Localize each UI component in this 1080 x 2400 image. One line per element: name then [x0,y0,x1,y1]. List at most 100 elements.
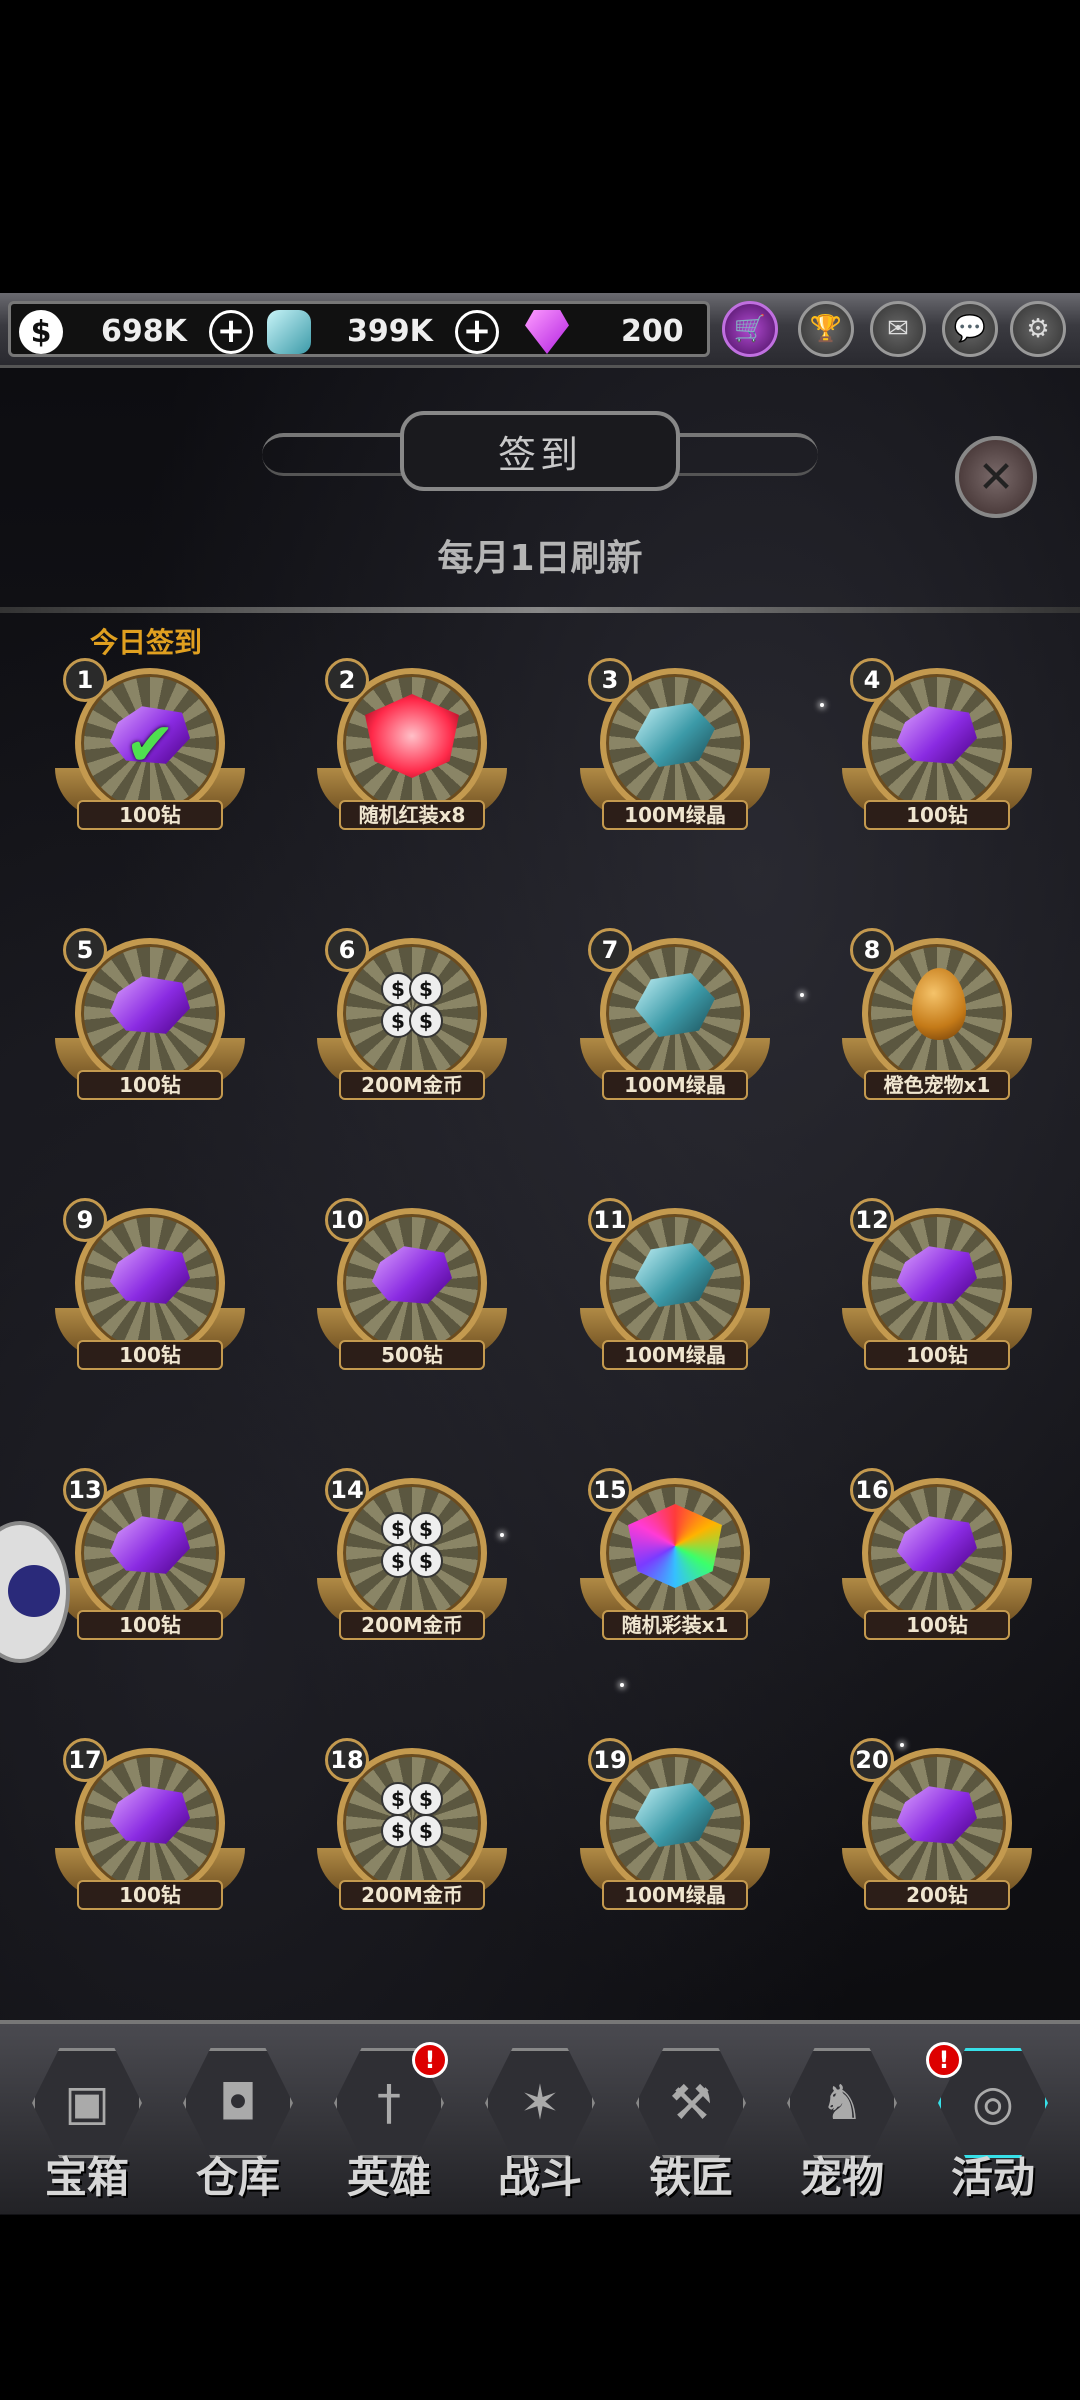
nav-item-6[interactable]: ◎ 活动! [918,2042,1058,2202]
battle-icon: ✶ [485,2048,595,2158]
reward-day-18[interactable]: $ $ $ $18 200M金币 [317,1738,507,1938]
nav-item-1[interactable]: ◘ 仓库 [163,2042,303,2202]
reward-day-8[interactable]: 8 橙色宠物x1 [842,928,1032,1128]
reward-day-10[interactable]: 10 500钻 [317,1198,507,1398]
alert-badge: ! [926,2042,962,2078]
day-number: 4 [850,658,894,702]
bottom-nav: ▣ 宝箱 ◘ 仓库 † 英雄! ✶ 战斗 ⚒ 铁匠 ♞ 宠物 ◎ 活动! [0,2020,1080,2214]
reward-label: 200M金币 [339,1880,485,1910]
coins-icon: $ $ $ $ [372,1782,452,1848]
reward-label: 500钻 [339,1340,485,1370]
reward-label: 100M绿晶 [602,1070,748,1100]
star-decoration [800,993,804,997]
day-number: 19 [588,1738,632,1782]
coins-icon: $ $ $ $ [372,1512,452,1578]
reward-label: 100M绿晶 [602,1340,748,1370]
close-button[interactable]: ✕ [955,436,1037,518]
dollar-icon: $ [19,310,63,354]
add-gold-button[interactable]: + [209,310,253,354]
nav-label: 战斗 [497,2153,582,2202]
crystal-amount: 399K [347,314,433,349]
day-number: 16 [850,1468,894,1512]
reward-day-2[interactable]: 2 随机红装x8 [317,658,507,858]
diamond-amount: 200 [621,314,684,349]
reward-label: 100M绿晶 [602,1880,748,1910]
reward-label: 100M绿晶 [602,800,748,830]
chat-icon[interactable]: 💬 [942,301,998,357]
page-title: 签到 [400,411,680,491]
reward-day-14[interactable]: $ $ $ $14 200M金币 [317,1468,507,1668]
refresh-note: 每月1日刷新 [437,538,643,579]
reward-day-15[interactable]: 15 随机彩装x1 [580,1468,770,1668]
currency-bar: $ 698K + 399K + 200 [8,301,710,357]
alert-badge: ! [412,2042,448,2078]
reward-label: 100钻 [77,800,223,830]
reward-label: 100钻 [864,1340,1010,1370]
reward-day-4[interactable]: 4 100钻 [842,658,1032,858]
anvil-icon: ⚒ [636,2048,746,2158]
mail-icon[interactable]: ✉ [870,301,926,357]
shop-cart-icon[interactable]: 🛒 [722,301,778,357]
day-number: 15 [588,1468,632,1512]
reward-day-9[interactable]: 9 100钻 [55,1198,245,1398]
reward-label: 200M金币 [339,1610,485,1640]
reward-day-17[interactable]: 17 100钻 [55,1738,245,1938]
reward-label: 200钻 [864,1880,1010,1910]
nav-label: 铁匠 [648,2153,733,2202]
day-number: 12 [850,1198,894,1242]
day-number: 6 [325,928,369,972]
nav-label: 仓库 [195,2153,280,2202]
nav-label: 宝箱 [44,2153,129,2202]
day-number: 11 [588,1198,632,1242]
checkmark-icon: ✔ [125,710,176,780]
reward-day-1[interactable]: ✔ 1 100钻 [55,658,245,858]
reward-day-5[interactable]: 5 100钻 [55,928,245,1128]
gold-amount: 698K [101,314,187,349]
title-ornament-right [678,433,818,476]
crystal-icon [267,310,311,354]
nav-label: 宠物 [799,2153,884,2202]
day-number: 18 [325,1738,369,1782]
nav-label: 英雄 [346,2153,431,2202]
reward-label: 200M金币 [339,1070,485,1100]
day-number: 13 [63,1468,107,1512]
dragon-icon: ♞ [787,2048,897,2158]
reward-day-6[interactable]: $ $ $ $6 200M金币 [317,928,507,1128]
chest-icon: ▣ [32,2048,142,2158]
nav-item-2[interactable]: † 英雄! [314,2042,454,2202]
nav-item-5[interactable]: ♞ 宠物 [767,2042,907,2202]
nav-item-3[interactable]: ✶ 战斗 [465,2042,605,2202]
game-screen: $ 698K + 399K + 200 🛒 🏆 ✉ 💬 ⚙ 签到 每月1日刷新 … [0,293,1080,2215]
reward-day-3[interactable]: 3 100M绿晶 [580,658,770,858]
day-number: 17 [63,1738,107,1782]
day-number: 2 [325,658,369,702]
reward-day-12[interactable]: 12 100钻 [842,1198,1032,1398]
day-number: 14 [325,1468,369,1512]
coins-icon: $ $ $ $ [372,972,452,1038]
day-number: 20 [850,1738,894,1782]
title-ornament-left [262,433,402,476]
backpack-icon: ◘ [183,2048,293,2158]
add-crystal-button[interactable]: + [455,310,499,354]
reward-day-11[interactable]: 11 100M绿晶 [580,1198,770,1398]
nav-item-0[interactable]: ▣ 宝箱 [12,2042,152,2202]
reward-day-7[interactable]: 7 100M绿晶 [580,928,770,1128]
reward-day-19[interactable]: 19 100M绿晶 [580,1738,770,1938]
day-number: 3 [588,658,632,702]
day-number: 9 [63,1198,107,1242]
gear-icon[interactable]: ⚙ [1010,301,1066,357]
nav-item-4[interactable]: ⚒ 铁匠 [616,2042,756,2202]
reward-day-20[interactable]: 20 200钻 [842,1738,1032,1938]
trophy-icon[interactable]: 🏆 [798,301,854,357]
diamond-icon [525,310,569,354]
day-number: 5 [63,928,107,972]
star-decoration [820,703,824,707]
reward-day-13[interactable]: 13 100钻 [55,1468,245,1668]
reward-label: 随机红装x8 [339,800,485,830]
top-bar: $ 698K + 399K + 200 🛒 🏆 ✉ 💬 ⚙ [0,293,1080,368]
today-checkin-label: 今日签到 [90,626,203,659]
reward-label: 100钻 [77,1610,223,1640]
reward-day-16[interactable]: 16 100钻 [842,1468,1032,1668]
reward-label: 100钻 [864,1610,1010,1640]
day-number: 1 [63,658,107,702]
